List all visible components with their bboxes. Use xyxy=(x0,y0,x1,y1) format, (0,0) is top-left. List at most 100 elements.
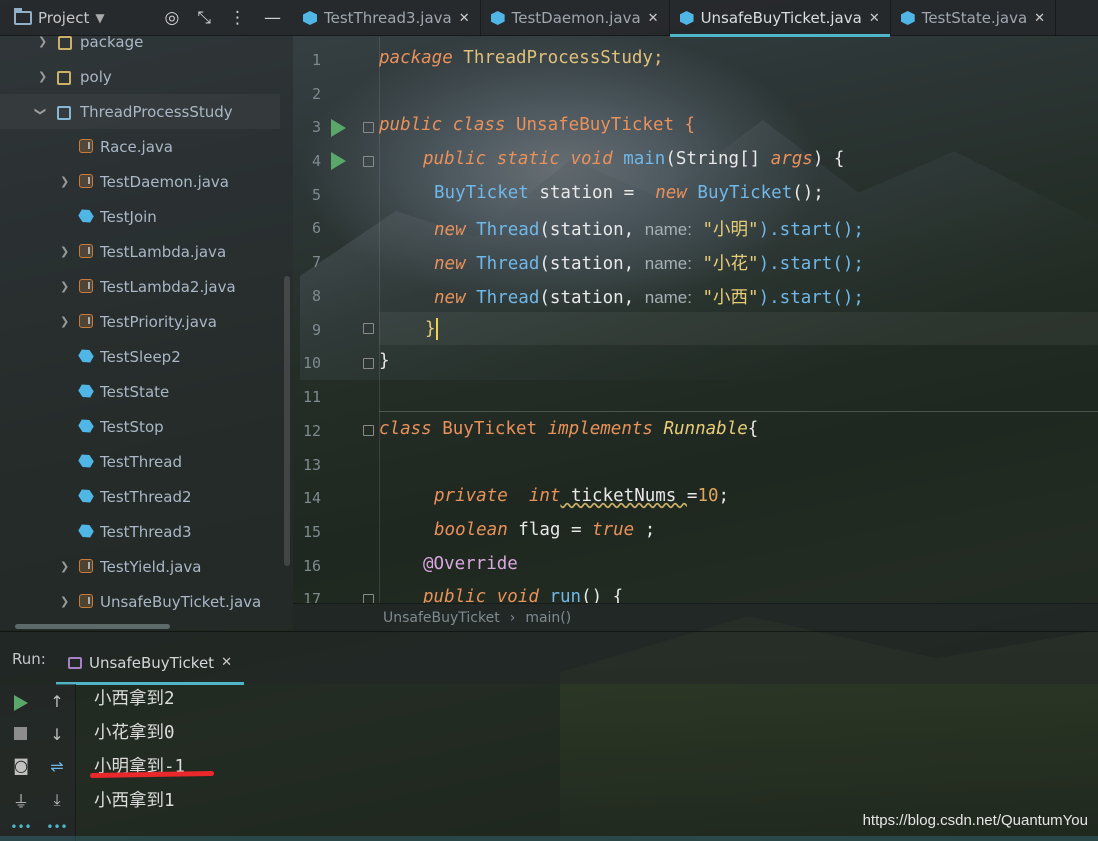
more-icon[interactable]: ••• xyxy=(9,820,33,834)
code-token: public static void xyxy=(423,149,613,169)
chevron-right-icon[interactable]: ❯ xyxy=(60,280,69,293)
tree-item[interactable]: ❯ TestLambda2.java xyxy=(0,269,280,304)
code-token: ) { xyxy=(812,149,845,169)
param-hint: name: xyxy=(644,254,692,273)
tree-item[interactable]: TestSleep2 xyxy=(0,339,280,374)
project-view-selector[interactable]: Project ▼ xyxy=(0,7,105,27)
chevron-down-icon[interactable]: ❯ xyxy=(34,107,47,116)
camera-icon[interactable]: ◙ xyxy=(9,756,33,775)
vertical-scrollbar[interactable] xyxy=(284,276,290,566)
tree-item[interactable]: ❯ TestDaemon.java xyxy=(0,164,280,199)
fold-icon[interactable] xyxy=(363,323,374,334)
close-icon[interactable]: ✕ xyxy=(1034,11,1045,26)
tree-item[interactable]: ❯ UnsafeBuyTicket.java xyxy=(0,584,280,619)
plug-icon[interactable]: ⏚ xyxy=(9,788,33,812)
tree-item[interactable]: TestJoin xyxy=(0,199,280,234)
tab-testdaemon[interactable]: TestDaemon.java ✕ xyxy=(481,0,670,36)
fold-icon[interactable] xyxy=(363,425,374,436)
chevron-right-icon[interactable]: ❯ xyxy=(60,175,69,188)
close-icon[interactable]: ✕ xyxy=(869,11,880,26)
code-token: BuyTicket xyxy=(431,419,548,439)
tree-item[interactable]: TestState xyxy=(0,374,280,409)
tree-item[interactable]: ❯ ThreadProcessStudy xyxy=(0,94,280,129)
tree-item[interactable]: ❯ TestYield.java xyxy=(0,549,280,584)
tab-label: TestState.java xyxy=(921,9,1028,27)
chevron-right-icon[interactable]: ❯ xyxy=(60,595,69,608)
arrow-down-icon[interactable]: ↓ xyxy=(45,725,69,744)
horizontal-scrollbar[interactable] xyxy=(15,624,170,629)
tree-item-label: package xyxy=(80,36,144,51)
bottom-border xyxy=(0,836,1098,841)
line-number: 8 xyxy=(311,287,321,305)
tree-item-label: TestDaemon.java xyxy=(100,172,230,191)
tree-item[interactable]: Race.java xyxy=(0,129,280,164)
java-file-icon xyxy=(79,559,93,573)
tab-testthread3[interactable]: TestThread3.java ✕ xyxy=(293,0,481,36)
chevron-right-icon[interactable]: ❯ xyxy=(60,245,69,258)
class-icon xyxy=(76,416,95,435)
code-token: Thread xyxy=(465,220,540,240)
tab-teststate[interactable]: TestState.java ✕ xyxy=(891,0,1057,36)
chevron-right-icon[interactable]: ❯ xyxy=(38,36,47,48)
code-editor[interactable]: 1 2 3 4 5 6 7 8 9 10 11 12 13 14 15 16 1… xyxy=(293,37,1098,603)
fold-icon[interactable] xyxy=(363,122,374,133)
line-number: 10 xyxy=(302,354,321,372)
tree-item[interactable]: ❯ TestPriority.java xyxy=(0,304,280,339)
line-number: 5 xyxy=(311,186,321,204)
project-panel-header: Project ▼ ◎ ⤡ ⋮ — xyxy=(0,0,293,36)
chevron-right-icon[interactable]: ❯ xyxy=(60,315,69,328)
code-token: ).start(); xyxy=(758,288,864,308)
tree-item[interactable]: ❯ poly xyxy=(0,59,280,94)
code-line-8: new Thread(station, name: "小西").start(); xyxy=(434,284,864,309)
stop-icon[interactable] xyxy=(14,727,27,740)
tree-item[interactable]: TestThread xyxy=(0,444,280,479)
chevron-right-icon[interactable]: ❯ xyxy=(38,70,47,83)
chevron-right-icon[interactable]: ❯ xyxy=(60,560,69,573)
close-icon[interactable]: ✕ xyxy=(648,11,659,26)
tree-item-label: TestLambda.java xyxy=(100,242,227,261)
line-number: 3 xyxy=(311,118,321,136)
console-icon xyxy=(68,656,82,669)
close-icon[interactable]: ✕ xyxy=(221,655,232,670)
tree-item[interactable]: ❯ TestLambda.java xyxy=(0,234,280,269)
code-line-6: new Thread(station, name: "小明").start(); xyxy=(434,216,864,241)
code-token: (station, xyxy=(539,220,645,240)
line-number: 11 xyxy=(302,388,321,406)
class-icon xyxy=(679,11,694,25)
code-token: Runnable xyxy=(652,419,748,439)
run-tab-unsafebuyticket[interactable]: UnsafeBuyTicket ✕ xyxy=(56,640,244,685)
run-main-icon[interactable] xyxy=(331,152,346,170)
breadcrumb-class[interactable]: UnsafeBuyTicket xyxy=(383,610,500,626)
soft-wrap-icon[interactable]: ⇌ xyxy=(45,757,69,776)
tree-item-label: ThreadProcessStudy xyxy=(80,102,233,121)
tree-item[interactable]: TestThread3 xyxy=(0,514,280,549)
line-number: 2 xyxy=(311,85,321,103)
tab-unsafebuyticket[interactable]: UnsafeBuyTicket.java ✕ xyxy=(669,0,891,37)
fold-icon[interactable] xyxy=(363,156,374,167)
more-icon[interactable]: ••• xyxy=(45,820,69,834)
breadcrumb-method[interactable]: main() xyxy=(525,610,571,626)
code-token: } xyxy=(425,319,436,339)
code-token: package xyxy=(379,48,453,68)
fold-icon[interactable] xyxy=(363,594,374,603)
tree-item[interactable]: TestStop xyxy=(0,409,280,444)
collapse-all-icon[interactable]: ⤡ xyxy=(197,8,211,28)
arrow-up-icon[interactable]: ↑ xyxy=(45,692,69,711)
hide-panel-icon[interactable]: — xyxy=(264,8,281,28)
locate-icon[interactable]: ◎ xyxy=(165,8,180,28)
scroll-to-end-icon[interactable]: ⤓ xyxy=(45,790,69,810)
fold-icon[interactable] xyxy=(363,358,374,369)
java-file-icon xyxy=(79,174,93,188)
run-class-icon[interactable] xyxy=(331,119,346,137)
close-icon[interactable]: ✕ xyxy=(459,11,470,26)
tree-item[interactable]: ❯ package xyxy=(0,36,280,59)
class-icon xyxy=(76,521,95,540)
watermark: https://blog.csdn.net/QuantumYou xyxy=(862,812,1088,829)
code-token: () { xyxy=(581,587,624,603)
more-options-icon[interactable]: ⋮ xyxy=(229,8,246,28)
rerun-icon[interactable] xyxy=(14,695,28,711)
tree-item-label: TestStop xyxy=(100,417,164,436)
tree-item-label: TestSleep2 xyxy=(100,347,181,366)
java-file-icon xyxy=(79,594,93,608)
tree-item[interactable]: TestThread2 xyxy=(0,479,280,514)
